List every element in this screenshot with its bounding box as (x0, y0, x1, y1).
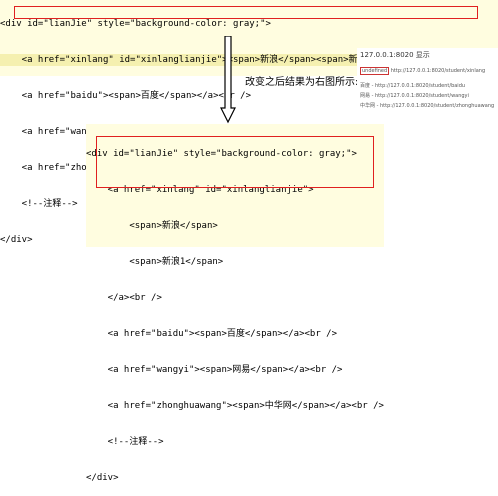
link-label: 网易 (360, 93, 371, 99)
top-highlight-box (14, 6, 478, 19)
code-line: <a href="wangyi"><span>网易</span></a><br … (86, 365, 343, 375)
link-label: 中华网 (360, 103, 376, 109)
link-label: 百度 (360, 83, 371, 89)
link-href: http://127.0.0.1:8020/student/wangyi (375, 93, 469, 99)
popup-link-row: 百度 - http://127.0.0.1:8020/student/baidu (360, 83, 466, 89)
code-line: <span>新浪1</span> (86, 257, 224, 267)
down-arrow-icon (220, 36, 236, 124)
popup-link-row: 中华网 - http://127.0.0.1:8020/student/zhon… (360, 103, 495, 109)
code-line: <!--注释--> (86, 437, 164, 447)
popup-link-row: 网易 - http://127.0.0.1:8020/student/wangy… (360, 93, 469, 99)
undefined-label: undefined (360, 67, 390, 75)
code-line: </a><br /> (86, 293, 162, 303)
bottom-highlight-box (96, 136, 374, 188)
code-line: <a href="zhonghuawang"><span>中华网</span><… (86, 401, 384, 411)
browser-alert-popup: 127.0.0.1:8020 显示 undefined http://127.0… (357, 48, 498, 120)
link-href: http://127.0.0.1:8020/student/baidu (375, 83, 466, 89)
code-line: <span>新浪</span> (86, 221, 218, 231)
popup-title: 127.0.0.1:8020 显示 (360, 51, 430, 59)
code-line: <a href="baidu"><span>百度</span></a><br /… (86, 329, 337, 339)
code-line: </div> (86, 473, 119, 483)
result-annotation: 改变之后结果为右图所示: (245, 77, 359, 88)
link-href: http://127.0.0.1:8020/student/xinlang (390, 68, 486, 74)
popup-link-row: undefined http://127.0.0.1:8020/student/… (360, 67, 486, 75)
link-href: http://127.0.0.1:8020/student/zhonghuawa… (380, 103, 495, 109)
code-line: <div id="lianJie" style="background-colo… (0, 19, 271, 29)
